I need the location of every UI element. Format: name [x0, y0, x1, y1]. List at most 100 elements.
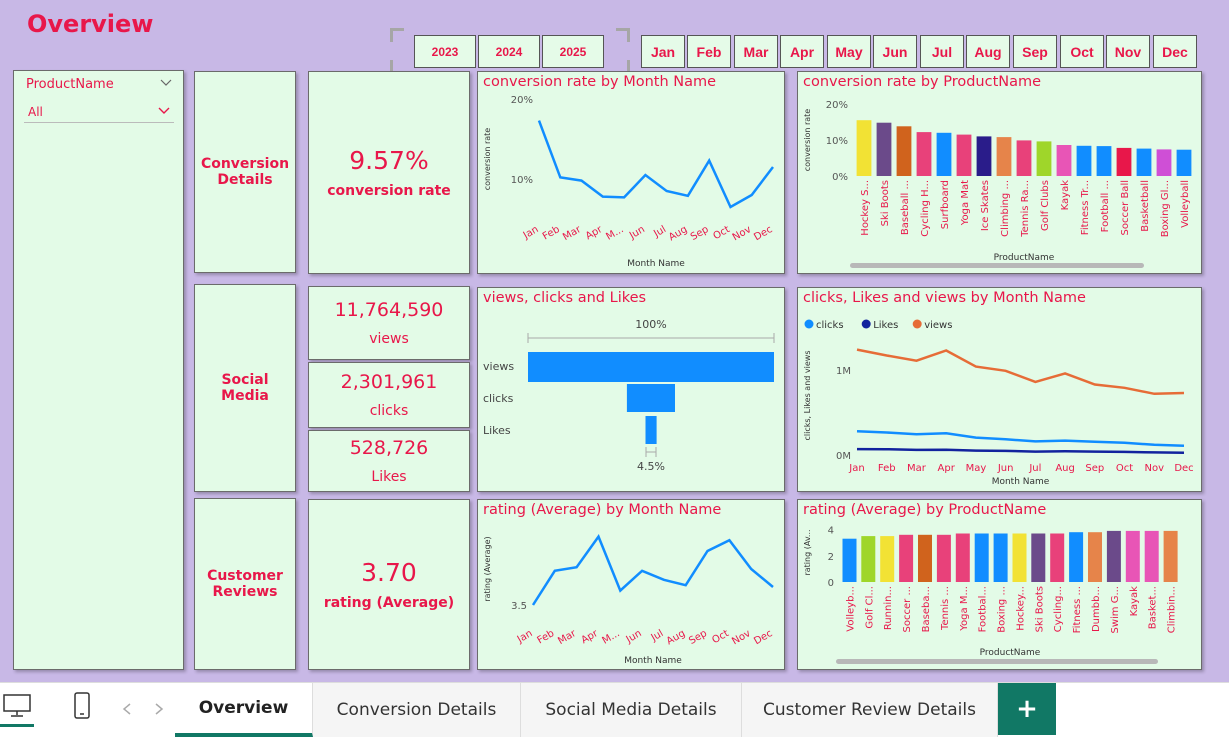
funnel-category-label: Likes: [483, 424, 511, 437]
month-button-sep[interactable]: Sep: [1013, 35, 1057, 68]
chart-svg: 4.03.5JanFebMarAprM...JunJulAugSepOctNov…: [483, 534, 775, 666]
month-button-mar[interactable]: Mar: [734, 35, 778, 68]
month-button-dec[interactable]: Dec: [1153, 35, 1197, 68]
section-conversion-details[interactable]: Conversion Details: [194, 71, 296, 273]
month-button-oct[interactable]: Oct: [1060, 35, 1104, 68]
x-tick-label: Ski Boots: [1034, 586, 1045, 632]
slicer-dropdown[interactable]: All: [24, 99, 174, 123]
chart-conversion-by-month[interactable]: conversion rate by Month Name 20% 10% Jan F…: [477, 71, 785, 274]
x-tick-label: Dec: [752, 628, 774, 647]
horizontal-scrollbar[interactable]: [850, 263, 1144, 268]
bar: [1056, 145, 1072, 176]
x-tick-label: Mar: [907, 463, 927, 474]
month-button-apr[interactable]: Apr: [780, 35, 824, 68]
y-tick-label: 10%: [511, 175, 533, 186]
next-page-icon[interactable]: [154, 703, 164, 715]
funnel-category-label: views: [483, 360, 514, 373]
x-tick-label: Jul: [651, 224, 668, 240]
y-axis-label: rating (Av...: [803, 529, 812, 575]
x-tick-label: Swim G...: [1110, 586, 1121, 634]
month-button-aug[interactable]: Aug: [966, 35, 1010, 68]
legend-item: clicks: [816, 320, 844, 331]
month-button-may[interactable]: May: [827, 35, 871, 68]
x-axis-label: ProductName: [980, 648, 1041, 658]
kpi-label: views: [369, 331, 409, 347]
y-tick-label: 20%: [511, 95, 533, 106]
desktop-view-icon[interactable]: [2, 693, 32, 719]
x-axis-label: ProductName: [994, 253, 1055, 263]
x-tick-label: Nov: [730, 628, 752, 647]
chart-social-by-month[interactable]: clicks, Likes and views by Month Name 1M…: [797, 287, 1202, 492]
bar: [1144, 530, 1159, 582]
tab-conversion-details[interactable]: Conversion Details: [313, 683, 521, 737]
section-customer-reviews[interactable]: Customer Reviews: [194, 498, 296, 670]
x-tick-label: May: [966, 463, 987, 474]
section-social-media[interactable]: Social Media: [194, 284, 296, 492]
y-axis-label: rating (Average): [483, 536, 492, 601]
x-tick-label: Cycling H...: [920, 180, 931, 237]
chart-rating-by-month[interactable]: rating (Average) by Month Name 4.03.5Jan…: [477, 499, 785, 670]
chart-conversion-by-product[interactable]: conversion rate by ProductName 20% 10% 0% H…: [797, 71, 1202, 274]
bar: [896, 126, 912, 176]
bar: [956, 134, 972, 176]
kpi-conversion-rate: 9.57% conversion rate: [308, 71, 470, 274]
x-tick-label: Basket...: [1148, 586, 1159, 629]
y-tick-label: 2: [828, 552, 834, 563]
x-tick-label: Volleyb...: [845, 586, 856, 632]
year-button-2024[interactable]: 2024: [478, 35, 540, 68]
x-tick-label: Oct: [710, 628, 731, 646]
x-tick-label: Mar: [556, 628, 579, 647]
mobile-view-icon[interactable]: [72, 691, 92, 721]
bar: [1069, 532, 1084, 582]
bar: [876, 122, 892, 176]
tab-customer-review-details[interactable]: Customer Review Details: [742, 683, 998, 737]
bar: [1106, 530, 1121, 582]
x-tick-label: Dec: [1174, 463, 1193, 474]
x-tick-label: Jan: [515, 628, 535, 646]
x-tick-label: Sep: [689, 224, 711, 243]
y-tick-label: 10%: [826, 136, 848, 147]
bar: [996, 137, 1012, 176]
x-tick-label: Footbal...: [978, 586, 989, 632]
tab-social-media-details[interactable]: Social Media Details: [521, 683, 742, 737]
add-page-button[interactable]: +: [998, 683, 1056, 735]
y-tick-label: 0%: [832, 172, 848, 183]
horizontal-scrollbar[interactable]: [836, 659, 1158, 664]
chart-rating-by-product[interactable]: rating (Average) by ProductName 4 2 0 Volle…: [797, 499, 1202, 670]
month-button-jul[interactable]: Jul: [920, 35, 964, 68]
year-button-2025[interactable]: 2025: [542, 35, 604, 68]
month-button-feb[interactable]: Feb: [687, 35, 731, 68]
x-tick-label: M...: [604, 224, 625, 243]
bar: [1050, 533, 1065, 582]
x-axis-label: Month Name: [992, 477, 1050, 487]
kpi-label: conversion rate: [327, 183, 451, 199]
previous-page-icon[interactable]: [122, 703, 132, 715]
kpi-label: rating (Average): [323, 595, 455, 611]
chart-funnel[interactable]: views, clicks and Likes 100% views clicks L…: [477, 287, 785, 492]
kpi-label: Likes: [371, 469, 407, 485]
month-button-nov[interactable]: Nov: [1106, 35, 1150, 68]
y-axis-label: clicks, Likes and views: [803, 351, 812, 441]
chart-svg: 1M 0MJan Feb Mar Apr May Jun Jul Aug Sep Oct Nov Dec…: [803, 319, 1194, 487]
bar: [955, 533, 970, 582]
slicer-value: All: [28, 105, 43, 119]
slicer-label: ProductName: [26, 77, 114, 92]
x-tick-label: Jul: [1028, 463, 1041, 474]
x-tick-label: M...: [601, 628, 622, 647]
tab-overview[interactable]: Overview: [175, 683, 313, 737]
month-button-jun[interactable]: Jun: [873, 35, 917, 68]
x-tick-label: Climbin...: [1167, 586, 1178, 633]
y-tick-label: 0M: [836, 451, 851, 462]
kpi-value: 9.57%: [349, 146, 429, 175]
x-tick-label: Climbing ...: [1000, 180, 1011, 237]
bar: [856, 120, 872, 176]
x-tick-label: Yoga M...: [959, 586, 970, 632]
year-button-2023[interactable]: 2023: [414, 35, 476, 68]
collapse-chevron-icon[interactable]: [160, 79, 172, 87]
series-line-Likes: [856, 447, 1185, 454]
bar: [1176, 149, 1192, 176]
month-button-jan[interactable]: Jan: [641, 35, 685, 68]
x-tick-label: Yoga Mat: [960, 180, 971, 226]
x-tick-label: Oct: [1116, 463, 1133, 474]
chart-title: rating (Average) by ProductName: [803, 502, 1047, 518]
